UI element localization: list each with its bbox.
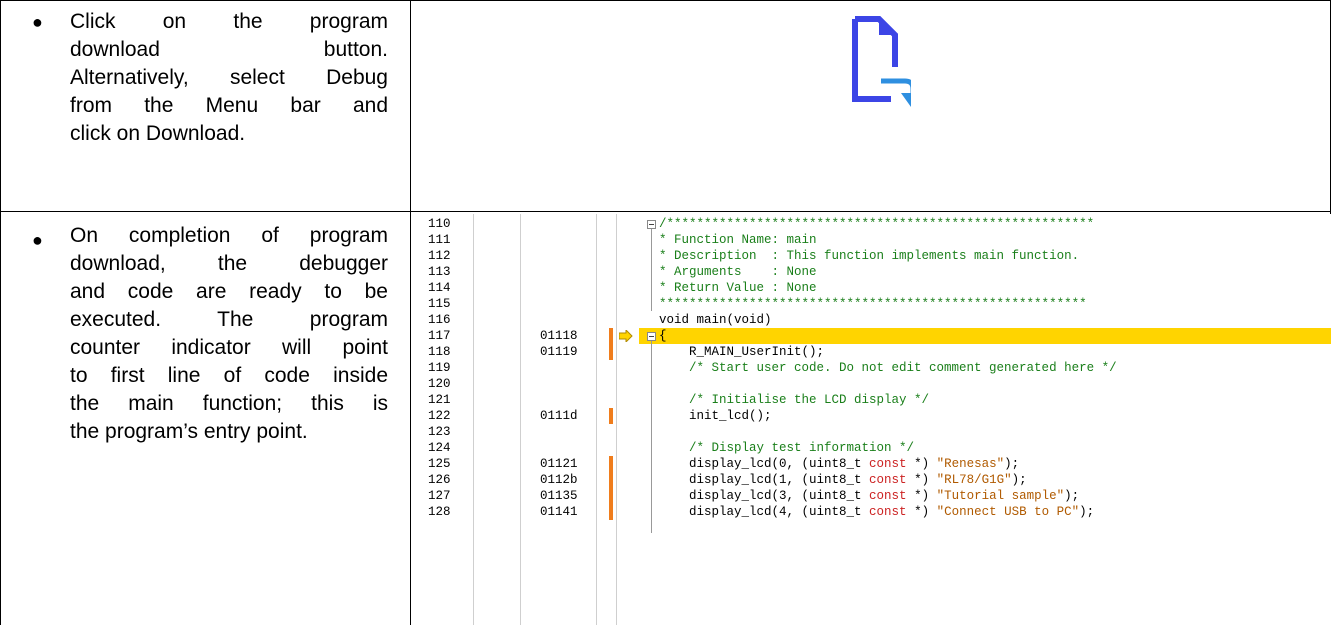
icon-cell [411,1,1330,211]
code-text: /* Display test information */ [659,441,915,455]
address: 01141 [540,505,578,519]
instruction-line: counter indicator will point [70,336,388,359]
code-line[interactable]: 120 [428,376,1331,392]
instruction-line: download, the debugger [70,252,388,275]
instruction-line: the program’s entry point. [70,420,308,443]
line-number: 110 [428,217,451,231]
line-number: 121 [428,393,451,407]
instruction-line: Alternatively, select Debug [70,66,388,89]
code-line[interactable]: 111 * Function Name: main [428,232,1331,248]
instruction-text-2: On completion of program download, the de… [70,222,388,446]
code-text: /***************************************… [659,217,1095,231]
breakpoint-marker[interactable] [609,408,613,424]
instruction-line: executed. The program [70,308,388,331]
line-number: 125 [428,457,451,471]
address: 0111d [540,409,578,423]
code-line[interactable]: 115 *************************************… [428,296,1331,312]
fold-toggle-icon[interactable] [647,332,656,341]
code-line[interactable]: 125 01121 display_lcd(0, (uint8_t const *… [428,456,1331,472]
breakpoint-marker[interactable] [609,344,613,360]
line-number: 119 [428,361,451,375]
bullet: ● [32,230,43,250]
instruction-line: the main function; this is [70,392,388,415]
code-text: void main(void) [659,313,772,327]
instruction-line: click on Download. [70,122,246,145]
code-text: * Arguments : None [659,265,817,279]
address: 0112b [540,473,578,487]
line-number: 127 [428,489,451,503]
code-line[interactable]: 112 * Description : This function impleme… [428,248,1331,264]
code-text: display_lcd(3, (uint8_t const *) "Tutori… [659,489,1080,503]
instruction-table: ● Click on the program download button. Al… [0,0,1331,625]
instruction-cell-2: ● On completion of program download, the … [0,212,410,625]
line-number: 112 [428,249,451,263]
code-text: display_lcd(4, (uint8_t const *) "Connec… [659,505,1095,519]
instruction-line: Click on the program [70,10,388,33]
line-number: 120 [428,377,451,391]
line-number: 113 [428,265,451,279]
instruction-line: download button. [70,38,388,61]
line-number: 115 [428,297,451,311]
code-text: /* Start user code. Do not edit comment … [659,361,1117,375]
instruction-line: and code are ready to be [70,280,388,303]
download-file-icon [852,16,911,107]
code-line[interactable]: 113 * Arguments : None [428,264,1331,280]
code-text: { [659,329,667,343]
code-line[interactable]: 127 01135 display_lcd(3, (uint8_t const *… [428,488,1331,504]
code-text: * Function Name: main [659,233,817,247]
code-line[interactable]: 121 /* Initialise the LCD display */ [428,392,1331,408]
line-number: 114 [428,281,451,295]
line-number: 118 [428,345,451,359]
instruction-line: On completion of program [70,224,388,247]
instruction-text-1: Click on the program download button. Alte… [70,8,388,148]
breakpoint-marker[interactable] [609,456,613,472]
fold-guide [651,341,652,533]
code-line[interactable]: 114 * Return Value : None [428,280,1331,296]
fold-toggle-icon[interactable] [647,220,656,229]
line-number: 122 [428,409,451,423]
code-text: init_lcd(); [659,409,772,423]
code-line[interactable]: 119 /* Start user code. Do not edit comm… [428,360,1331,376]
code-line[interactable]: 110 /************************************… [428,216,1331,232]
current-line-highlight [639,328,1331,344]
breakpoint-marker[interactable] [609,504,613,520]
address: 01121 [540,457,578,471]
instruction-line: from the Menu bar and [70,94,388,117]
breakpoint-marker[interactable] [609,488,613,504]
code-text: * Description : This function implements… [659,249,1080,263]
address: 01119 [540,345,578,359]
code-line[interactable]: 116 void main(void) [428,312,1331,328]
code-line[interactable]: 117 01118 { [428,328,1331,344]
code-line[interactable]: 128 01141 display_lcd(4, (uint8_t const *… [428,504,1331,520]
line-number: 124 [428,441,451,455]
code-line[interactable]: 124 /* Display test information */ [428,440,1331,456]
program-counter-arrow-icon [619,330,633,342]
code-text: R_MAIN_UserInit(); [659,345,825,359]
code-text: * Return Value : None [659,281,817,295]
instruction-line: to first line of code inside [70,364,388,387]
address: 01135 [540,489,578,503]
line-number: 123 [428,425,451,439]
line-number: 111 [428,233,451,247]
source-code-view[interactable]: 110 /************************************… [428,214,1331,625]
line-number: 117 [428,329,451,343]
code-text: display_lcd(1, (uint8_t const *) "RL78/G… [659,473,1027,487]
address: 01118 [540,329,578,343]
code-line[interactable]: 122 0111d init_lcd(); [428,408,1331,424]
code-text: display_lcd(0, (uint8_t const *) "Renesa… [659,457,1020,471]
bullet: ● [32,12,43,32]
breakpoint-marker[interactable] [609,328,613,344]
line-number: 128 [428,505,451,519]
code-text: /* Initialise the LCD display */ [659,393,930,407]
code-line[interactable]: 118 01119 R_MAIN_UserInit(); [428,344,1331,360]
fold-guide [651,229,652,311]
line-number: 116 [428,313,451,327]
instruction-cell-1: ● Click on the program download button. Al… [0,0,410,211]
code-line[interactable]: 126 0112b display_lcd(1, (uint8_t const *… [428,472,1331,488]
code-text: ****************************************… [659,297,1087,311]
code-line[interactable]: 123 [428,424,1331,440]
line-number: 126 [428,473,451,487]
breakpoint-marker[interactable] [609,472,613,488]
